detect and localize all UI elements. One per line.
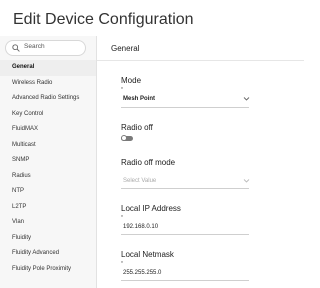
section-title: General bbox=[111, 44, 140, 53]
radio-off-toggle[interactable] bbox=[121, 135, 133, 141]
sidebar-item-ntp[interactable]: NTP bbox=[0, 184, 96, 200]
radio-off-mode-label: Radio off mode bbox=[121, 158, 176, 167]
mode-select[interactable] bbox=[121, 107, 249, 108]
sidebar-item-wireless-radio[interactable]: Wireless Radio bbox=[0, 76, 96, 92]
sidebar-item-fluidity-advanced[interactable]: Fluidity Advanced bbox=[0, 246, 96, 262]
local-netmask-label: Local Netmask bbox=[121, 250, 174, 259]
local-ip-input[interactable]: 192.168.0.10 bbox=[123, 224, 158, 230]
sidebar-item-fluidity-pole-proximity[interactable]: Fluidity Pole Proximity bbox=[0, 262, 96, 278]
sidebar-item-vlan[interactable]: Vlan bbox=[0, 215, 96, 231]
local-netmask-underline[interactable] bbox=[121, 280, 249, 281]
radio-off-label: Radio off bbox=[121, 123, 153, 132]
chevron-down-icon[interactable] bbox=[243, 178, 250, 184]
sidebar-item-fluidity[interactable]: Fluidity bbox=[0, 231, 96, 247]
local-ip-underline[interactable] bbox=[121, 234, 249, 235]
section-header: General bbox=[97, 36, 304, 61]
sidebar-item-key-control[interactable]: Key Control bbox=[0, 107, 96, 123]
sidebar-item-advanced-radio-settings[interactable]: Advanced Radio Settings bbox=[0, 91, 96, 107]
search-input[interactable]: Search bbox=[5, 40, 86, 56]
mode-required-mark: * bbox=[121, 87, 123, 93]
local-ip-required-mark: * bbox=[121, 215, 123, 221]
local-netmask-input[interactable]: 255.255.255.0 bbox=[123, 270, 161, 276]
radio-off-mode-placeholder[interactable]: Select Value bbox=[123, 178, 156, 184]
local-netmask-required-mark: * bbox=[121, 261, 123, 267]
sidebar-item-multicast[interactable]: Multicast bbox=[0, 138, 96, 154]
local-ip-label: Local IP Address bbox=[121, 204, 181, 213]
chevron-down-icon[interactable] bbox=[243, 96, 250, 102]
radio-off-mode-select[interactable] bbox=[121, 188, 249, 189]
sidebar-item-l2tp[interactable]: L2TP bbox=[0, 200, 96, 216]
sidebar-item-general[interactable]: General bbox=[0, 60, 96, 76]
main-panel: General Mode * Mesh Point Radio off Radi… bbox=[97, 36, 304, 288]
page-title: Edit Device Configuration bbox=[13, 11, 194, 28]
mode-label: Mode bbox=[121, 76, 142, 85]
sidebar-item-fluidmax[interactable]: FluidMAX bbox=[0, 122, 96, 138]
search-icon bbox=[12, 44, 20, 52]
sidebar-nav: General Wireless Radio Advanced Radio Se… bbox=[0, 60, 96, 277]
sidebar-item-radius[interactable]: Radius bbox=[0, 169, 96, 185]
search-placeholder: Search bbox=[24, 43, 45, 50]
mode-select-value[interactable]: Mesh Point bbox=[123, 96, 155, 102]
sidebar: Search General Wireless Radio Advanced R… bbox=[0, 36, 97, 288]
sidebar-item-snmp[interactable]: SNMP bbox=[0, 153, 96, 169]
